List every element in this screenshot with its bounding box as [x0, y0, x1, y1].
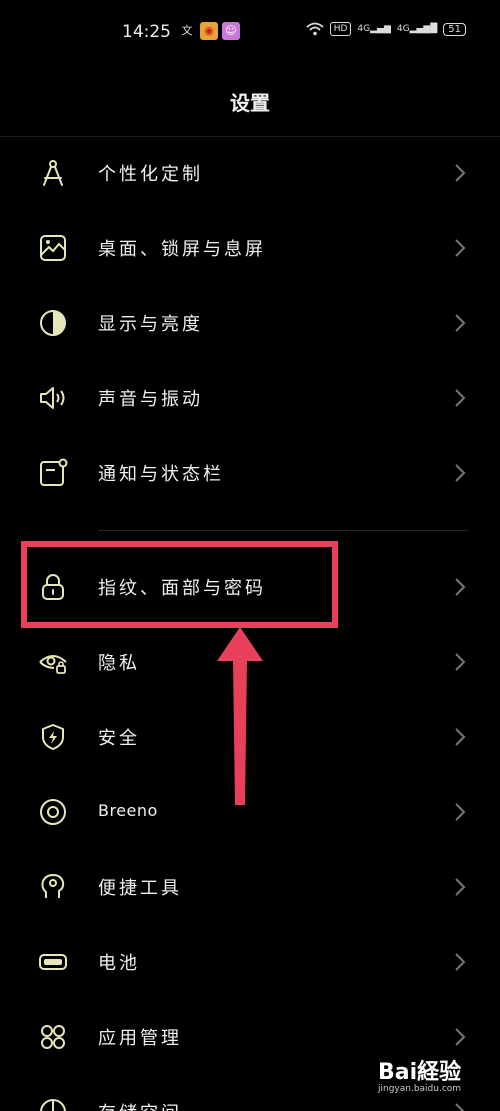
privacy-eye-icon: [39, 655, 67, 674]
settings-item-label: 显示与亮度: [98, 314, 203, 335]
chevron-right-icon: [455, 389, 466, 407]
status-time: 14:25: [122, 22, 171, 42]
breeno-icon: [40, 799, 66, 825]
settings-item-notifications-statusbar[interactable]: 通知与状态栏: [0, 436, 500, 510]
speaker-icon: [40, 387, 65, 409]
battery-icon: [39, 954, 67, 970]
settings-item-convenience-tools[interactable]: 便捷工具: [0, 850, 500, 924]
settings-item-label: 便捷工具: [98, 878, 182, 899]
status-system-icons: HD 4G▂▄▆ 4G▂▄▆█ 51: [306, 22, 466, 36]
text-icon: 文: [181, 24, 193, 37]
compass-icon: [43, 160, 63, 186]
signal-label-2: 4G: [396, 24, 410, 34]
settings-item-label: 隐私: [98, 653, 140, 674]
brightness-icon: [40, 310, 66, 336]
watermark-url: jingyan.baidu.com: [378, 1084, 462, 1094]
signal-label-1: 4G: [357, 24, 371, 34]
watermark-logo: Bai経验: [378, 1060, 462, 1085]
signal-icon: 4G▂▄▆: [357, 24, 391, 34]
signal-icon: 4G▂▄▆█: [396, 24, 438, 34]
settings-item-label: 通知与状态栏: [98, 464, 224, 485]
shield-icon: [42, 724, 64, 750]
wallpaper-icon: [40, 235, 66, 261]
status-bar: 14:25 文 ◉ ☺ HD 4G▂▄▆ 4G▂▄▆█ 51: [0, 0, 500, 66]
settings-item-label: 应用管理: [98, 1028, 182, 1049]
settings-item-label: 声音与振动: [98, 389, 203, 410]
chevron-right-icon: [455, 653, 466, 671]
chevron-right-icon: [455, 578, 466, 596]
chevron-right-icon: [455, 314, 466, 332]
settings-item-label: 存储空间: [98, 1099, 182, 1111]
baidu-watermark: Bai経验 jingyan.baidu.com: [378, 1054, 461, 1094]
chevron-right-icon: [455, 1028, 466, 1046]
apps-icon: [41, 1025, 65, 1049]
page-title: 设置: [230, 91, 270, 115]
highlight-box: [21, 541, 338, 628]
settings-item-label: Breeno: [98, 801, 158, 820]
hd-badge: HD: [329, 22, 352, 36]
storage-icon: [40, 1099, 66, 1111]
settings-item-label: 安全: [98, 728, 140, 749]
group-divider: [98, 530, 468, 531]
settings-item-desktop-lockscreen[interactable]: 桌面、锁屏与息屏: [0, 211, 500, 285]
battery-indicator: 51: [443, 22, 466, 36]
chevron-right-icon: [455, 803, 466, 821]
app-icon: ☺: [222, 22, 240, 40]
status-notification-icons: 文 ◉ ☺: [178, 22, 240, 40]
wifi-icon: [306, 22, 324, 36]
chevron-right-icon: [455, 164, 466, 182]
chevron-right-icon: [455, 239, 466, 257]
chevron-right-icon: [455, 953, 466, 971]
arrow-up-annotation: [217, 627, 263, 805]
settings-item-personalization[interactable]: 个性化定制: [0, 136, 500, 210]
chevron-right-icon: [455, 464, 466, 482]
settings-item-label: 桌面、锁屏与息屏: [98, 239, 266, 260]
notification-icon: [40, 458, 68, 486]
settings-item-sound-vibration[interactable]: 声音与振动: [0, 361, 500, 435]
settings-item-battery[interactable]: 电池: [0, 925, 500, 999]
settings-item-label: 个性化定制: [98, 164, 203, 185]
settings-item-display-brightness[interactable]: 显示与亮度: [0, 286, 500, 360]
tools-icon: [41, 874, 65, 898]
weibo-icon: ◉: [200, 22, 218, 40]
chevron-right-icon: [455, 728, 466, 746]
chevron-right-icon: [455, 1103, 465, 1111]
chevron-right-icon: [455, 878, 466, 896]
settings-item-label: 电池: [98, 953, 140, 974]
